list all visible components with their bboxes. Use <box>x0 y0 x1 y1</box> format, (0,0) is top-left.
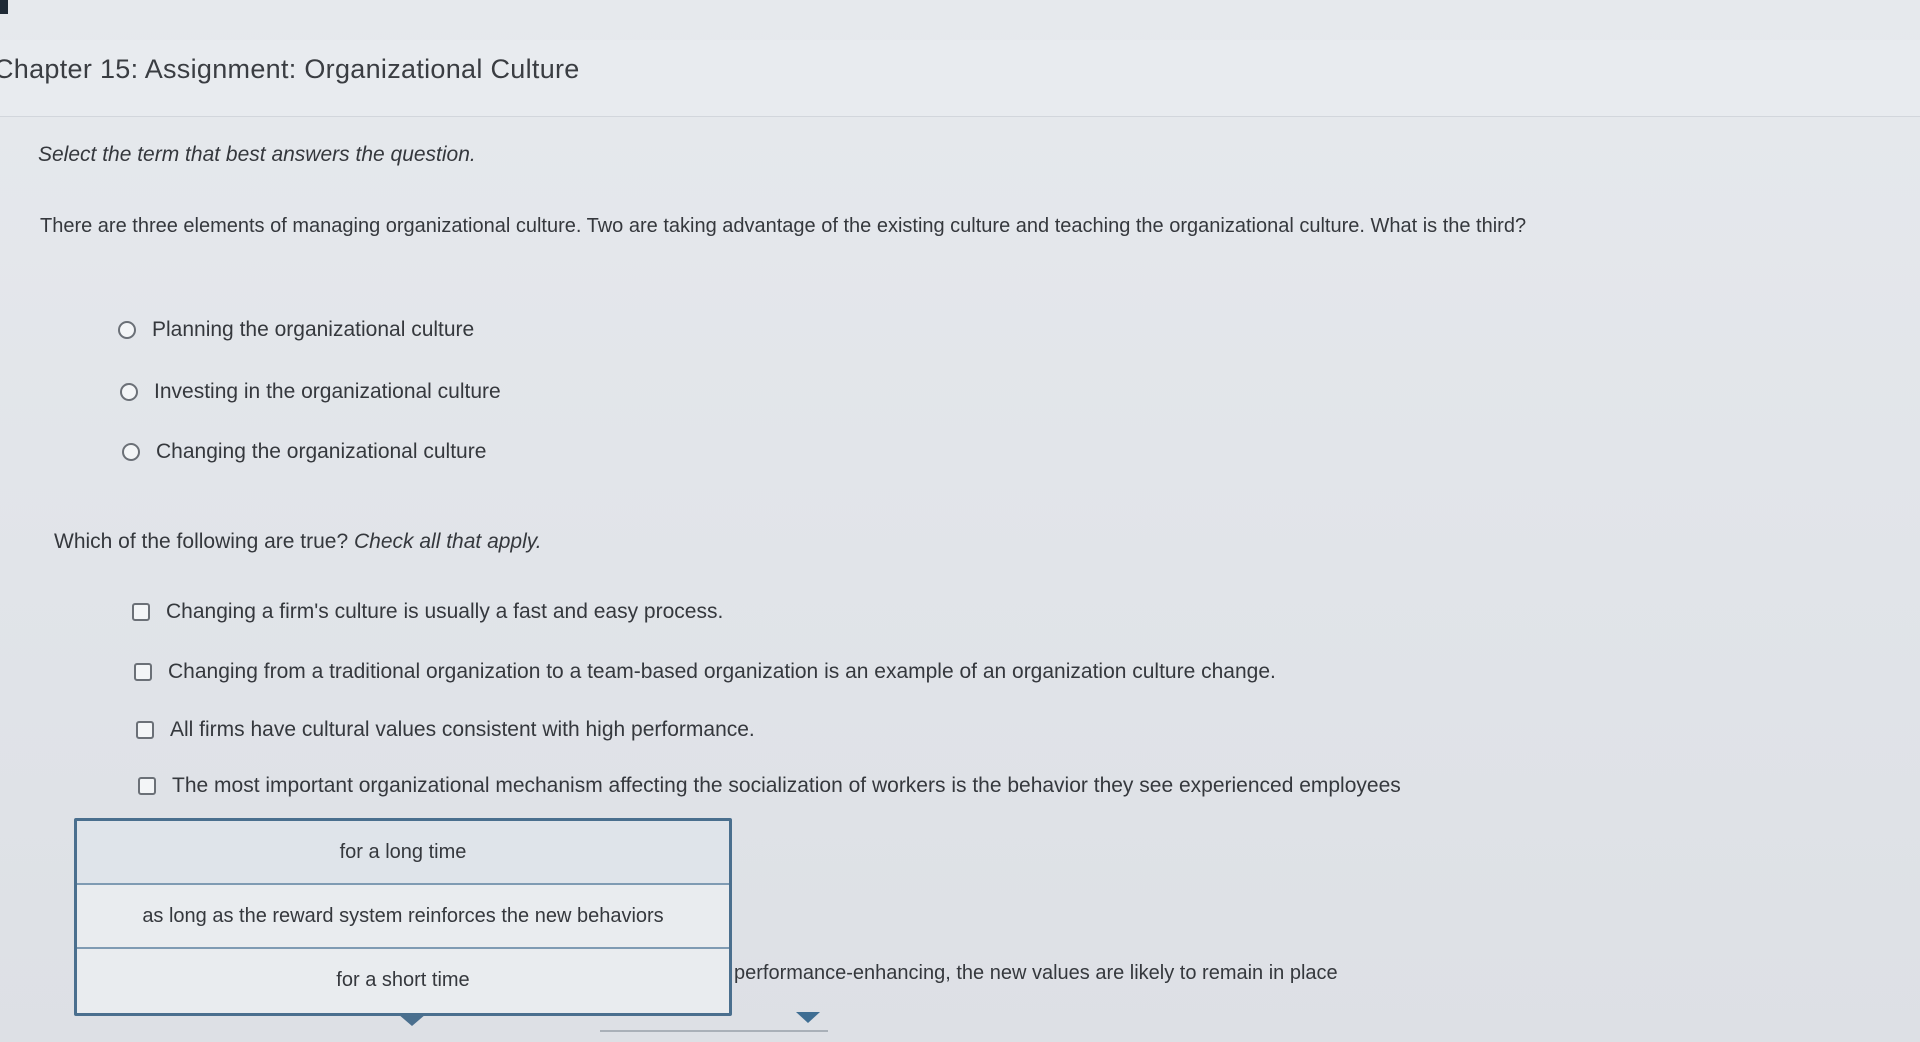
dropdown-option-long-time[interactable]: for a long time <box>77 821 729 885</box>
dropdown-option-reward-system[interactable]: as long as the reward system reinforces … <box>77 885 729 949</box>
question-2-prompt: Which of the following are true? Check a… <box>54 530 542 554</box>
assignment-page: Chapter 15: Assignment: Organizational C… <box>0 0 1920 1042</box>
question-instruction: Select the term that best answers the qu… <box>38 143 476 166</box>
radio-option-planning[interactable]: Planning the organizational culture <box>118 318 474 342</box>
checkbox-option-label: Changing a firm's culture is usually a f… <box>166 600 724 623</box>
radio-button[interactable] <box>122 443 140 461</box>
checkbox[interactable] <box>134 663 152 681</box>
question-2-text: Which of the following are true? <box>54 530 349 553</box>
checkbox[interactable] <box>132 603 150 621</box>
question-1-prompt: There are three elements of managing org… <box>40 215 1527 237</box>
checkbox-option-fast-easy[interactable]: Changing a firm's culture is usually a f… <box>132 600 723 624</box>
chevron-down-icon[interactable] <box>796 1012 820 1023</box>
dropdown-menu[interactable]: for a long time as long as the reward sy… <box>74 818 732 1016</box>
radio-option-label: Planning the organizational culture <box>152 318 475 341</box>
checkbox-option-label: The most important organizational mechan… <box>172 774 1401 797</box>
checkbox-option-label: Changing from a traditional organization… <box>168 660 1276 683</box>
checkbox-option-team-based[interactable]: Changing from a traditional organization… <box>134 660 1276 684</box>
checkbox[interactable] <box>138 777 156 795</box>
radio-button[interactable] <box>118 321 136 339</box>
radio-button[interactable] <box>120 383 138 401</box>
radio-option-changing[interactable]: Changing the organizational culture <box>122 440 486 464</box>
answer-blank-underline <box>600 1030 828 1032</box>
partial-sentence-tail: performance-enhancing, the new values ar… <box>734 962 1338 984</box>
radio-option-investing[interactable]: Investing in the organizational culture <box>120 380 501 404</box>
radio-option-label: Investing in the organizational culture <box>154 380 501 403</box>
checkbox-option-socialization[interactable]: The most important organizational mechan… <box>138 774 1401 798</box>
dropdown-pointer-icon <box>398 1014 426 1026</box>
checkbox[interactable] <box>136 721 154 739</box>
page-title: Chapter 15: Assignment: Organizational C… <box>0 54 580 84</box>
dropdown-option-short-time[interactable]: for a short time <box>77 949 729 1011</box>
window-edge-marker <box>0 0 8 14</box>
question-2-emphasis: Check all that apply. <box>354 530 542 553</box>
checkbox-option-high-performance[interactable]: All firms have cultural values consisten… <box>136 718 755 742</box>
radio-option-label: Changing the organizational culture <box>156 440 487 463</box>
checkbox-option-label: All firms have cultural values consisten… <box>170 718 755 741</box>
